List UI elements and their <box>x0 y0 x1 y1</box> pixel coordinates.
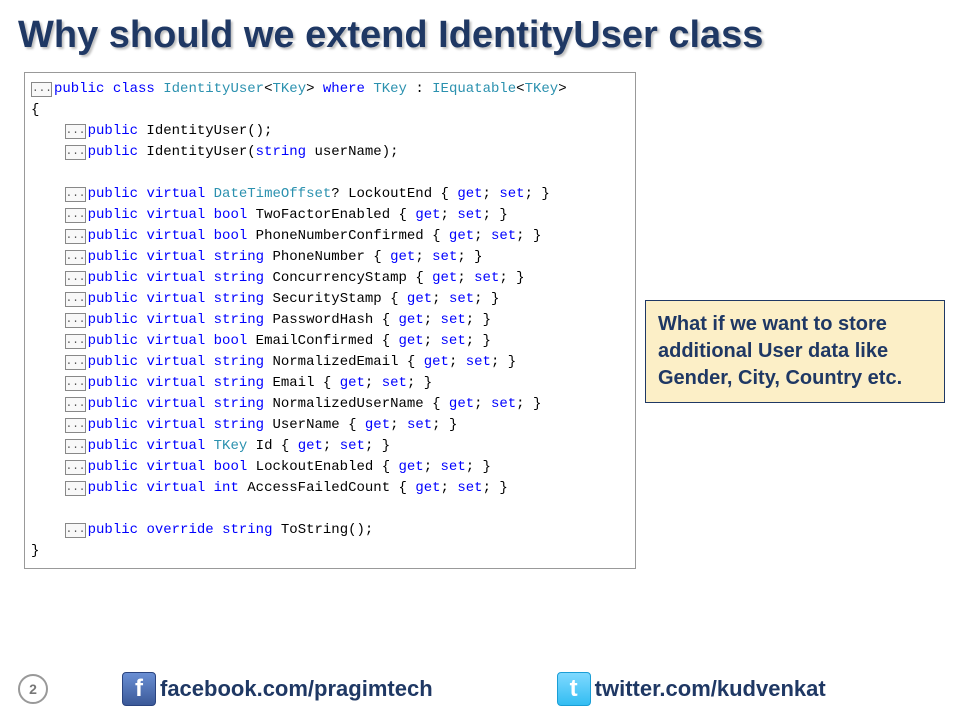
facebook-icon: f <box>122 672 156 706</box>
ellipsis-icon: ... <box>65 208 86 223</box>
ellipsis-icon: ... <box>65 439 86 454</box>
ellipsis-icon: ... <box>65 124 86 139</box>
ellipsis-icon: ... <box>65 187 86 202</box>
page-number: 2 <box>18 674 48 704</box>
twitter-link: t twitter.com/kudvenkat <box>557 672 826 706</box>
ellipsis-icon: ... <box>65 313 86 328</box>
facebook-text: facebook.com/pragimtech <box>160 676 433 702</box>
ellipsis-icon: ... <box>65 523 86 538</box>
ellipsis-icon: ... <box>65 334 86 349</box>
ellipsis-icon: ... <box>65 481 86 496</box>
callout-box: What if we want to store additional User… <box>645 300 945 403</box>
ellipsis-icon: ... <box>65 229 86 244</box>
ellipsis-icon: ... <box>65 250 86 265</box>
twitter-text: twitter.com/kudvenkat <box>595 676 826 702</box>
ellipsis-icon: ... <box>31 82 52 97</box>
ellipsis-icon: ... <box>65 292 86 307</box>
ellipsis-icon: ... <box>65 418 86 433</box>
ellipsis-icon: ... <box>65 355 86 370</box>
footer: 2 f facebook.com/pragimtech t twitter.co… <box>0 672 960 706</box>
ellipsis-icon: ... <box>65 376 86 391</box>
twitter-icon: t <box>557 672 591 706</box>
facebook-link: f facebook.com/pragimtech <box>122 672 433 706</box>
ellipsis-icon: ... <box>65 397 86 412</box>
ellipsis-icon: ... <box>65 145 86 160</box>
ellipsis-icon: ... <box>65 271 86 286</box>
ellipsis-icon: ... <box>65 460 86 475</box>
slide-title: Why should we extend IdentityUser class <box>0 0 960 65</box>
code-listing: ...public class IdentityUser<TKey> where… <box>24 72 636 569</box>
